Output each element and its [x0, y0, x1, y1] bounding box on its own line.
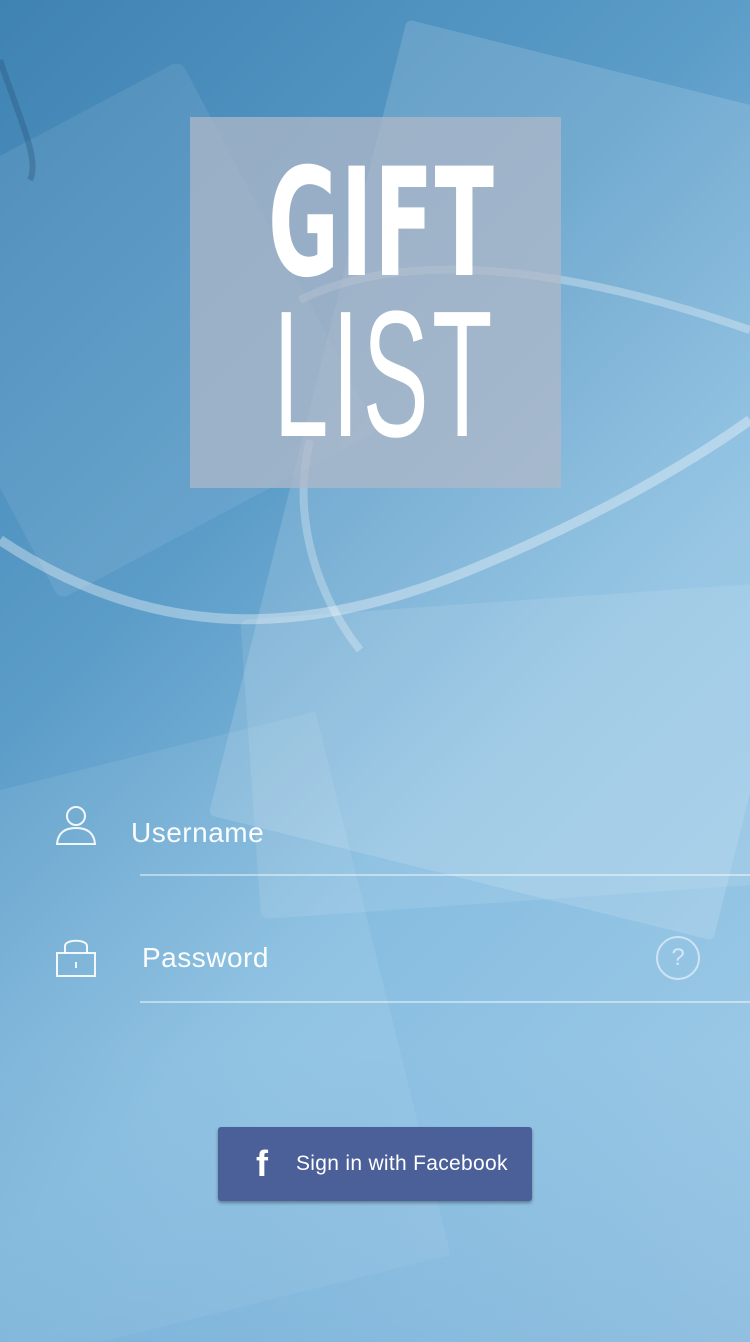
password-underline — [140, 1001, 750, 1003]
user-icon — [55, 806, 97, 845]
facebook-signin-button[interactable]: f Sign in with Facebook — [218, 1127, 532, 1201]
app-logo: GIFT LIST — [190, 117, 561, 488]
username-input[interactable] — [131, 808, 691, 858]
lock-icon — [56, 939, 96, 977]
login-screen: GIFT LIST ? f Sign in with Facebook — [0, 0, 750, 1342]
facebook-signin-label: Sign in with Facebook — [296, 1152, 508, 1175]
password-help-button[interactable]: ? — [656, 936, 700, 980]
logo-text-list: LIST — [273, 274, 496, 475]
password-input[interactable] — [142, 933, 622, 983]
username-underline — [140, 874, 750, 876]
username-row — [0, 790, 750, 880]
password-row: ? — [0, 915, 750, 1005]
facebook-icon: f — [256, 1143, 268, 1184]
